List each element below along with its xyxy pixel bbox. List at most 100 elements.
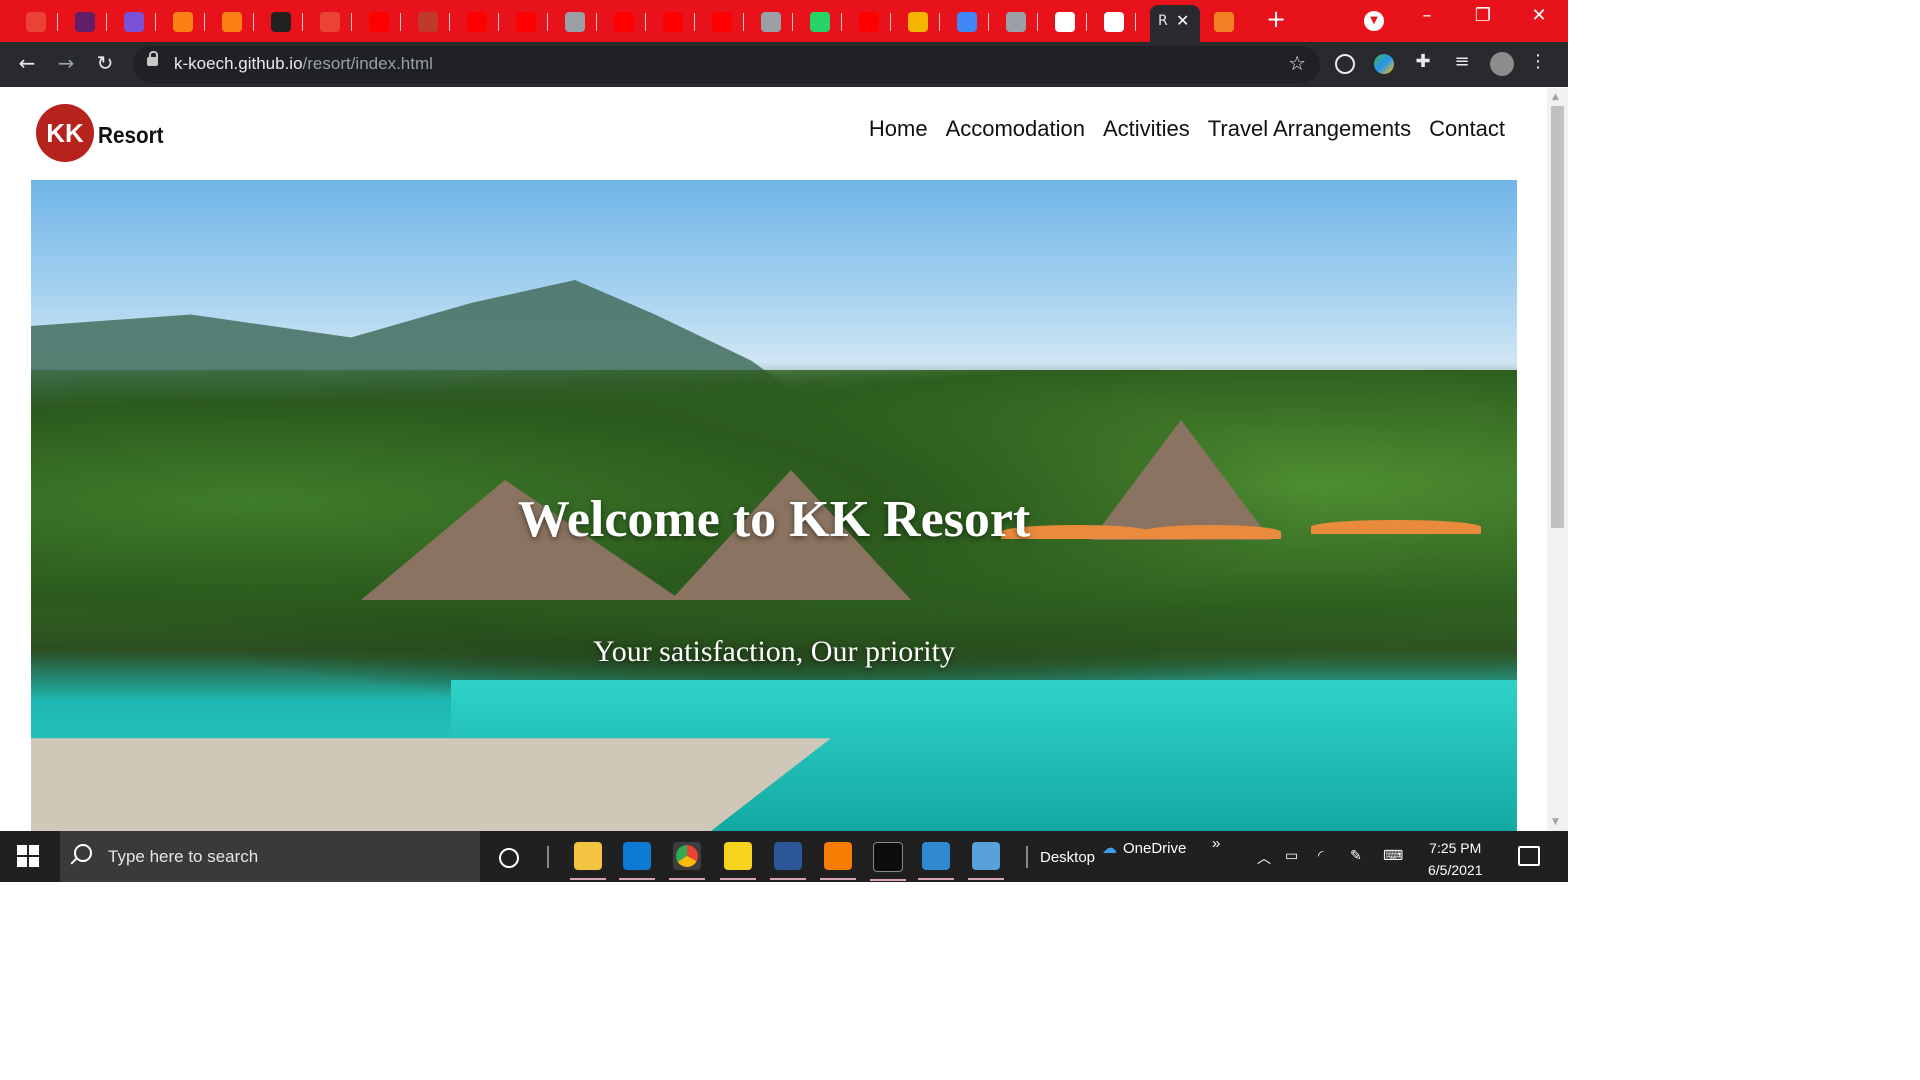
tab-separator <box>498 13 499 31</box>
onedrive-label[interactable]: OneDrive <box>1123 840 1186 857</box>
moodle-icon <box>222 12 242 32</box>
back-icon[interactable]: ← <box>15 51 39 75</box>
logo-badge[interactable]: KK <box>36 104 94 162</box>
control-panel-icon[interactable] <box>968 842 1004 880</box>
notification-icon[interactable] <box>1518 846 1540 866</box>
tab-stackoverflow[interactable] <box>1200 4 1246 38</box>
scrollbar[interactable]: ▲ ▼ <box>1547 88 1568 831</box>
forward-icon[interactable]: → <box>54 51 78 75</box>
search-placeholder: Type here to search <box>108 847 259 866</box>
puzzle-icon[interactable]: ✚ <box>1411 51 1435 72</box>
tab[interactable] <box>600 4 646 38</box>
audio-icon <box>1055 12 1075 32</box>
reload-icon[interactable]: ↻ <box>93 51 117 75</box>
tray-chevron-up-icon[interactable]: ︿ <box>1257 848 1271 868</box>
new-tab-button[interactable]: + <box>1266 5 1286 33</box>
google-icon <box>957 12 977 32</box>
nav-travel-arrangements[interactable]: Travel Arrangements <box>1208 116 1411 142</box>
tab[interactable] <box>796 4 842 38</box>
url-path: /resort/index.html <box>302 54 433 73</box>
tab[interactable] <box>404 4 450 38</box>
wifi-icon[interactable]: ◜ <box>1318 848 1323 864</box>
clock-date: 6/5/2021 <box>1428 862 1483 878</box>
cortana-icon[interactable] <box>499 848 519 868</box>
close-window-button[interactable]: ✕ <box>1516 5 1562 26</box>
tab[interactable] <box>992 4 1038 38</box>
minimize-button[interactable]: – <box>1404 5 1450 26</box>
tab[interactable] <box>649 4 695 38</box>
tab[interactable] <box>845 4 891 38</box>
tab[interactable] <box>551 4 597 38</box>
scroll-down-arrow-icon[interactable]: ▼ <box>1552 817 1559 827</box>
restore-button[interactable]: ❐ <box>1460 5 1506 26</box>
tab[interactable] <box>208 4 254 38</box>
tab-separator <box>400 13 401 31</box>
file-explorer-icon[interactable] <box>570 842 606 880</box>
desktop-toolbar-label[interactable]: Desktop <box>1040 849 1095 866</box>
keyboard-icon[interactable]: ⌨ <box>1383 848 1403 864</box>
vscode-icon[interactable] <box>619 842 655 880</box>
youtube-icon <box>369 12 389 32</box>
extension-icon[interactable] <box>1335 54 1355 74</box>
close-tab-icon[interactable]: ✕ <box>1176 11 1189 30</box>
bookmark-star-icon[interactable]: ☆ <box>1288 51 1306 75</box>
onedrive-icon[interactable]: ☁ <box>1102 839 1117 857</box>
terminal-icon[interactable] <box>870 842 906 881</box>
tab[interactable] <box>12 4 58 38</box>
pen-icon[interactable]: ✎ <box>1350 848 1362 864</box>
nav-home[interactable]: Home <box>869 116 928 142</box>
web-page: KK Resort Home Accomodation Activities T… <box>31 88 1517 831</box>
scroll-up-arrow-icon[interactable]: ▲ <box>1552 92 1559 102</box>
sticky-notes-icon[interactable] <box>720 842 756 880</box>
search-icon <box>74 844 92 862</box>
media-queue-icon[interactable]: ≡ <box>1450 51 1474 72</box>
chrome-icon[interactable] <box>669 842 705 880</box>
tab-separator <box>351 13 352 31</box>
avatar[interactable] <box>1490 52 1514 76</box>
nav-contact[interactable]: Contact <box>1429 116 1505 142</box>
address-bar[interactable]: k-koech.github.io/resort/index.html ☆ <box>133 46 1320 83</box>
tab[interactable] <box>698 4 744 38</box>
menu-kebab-icon[interactable]: ⋮ <box>1526 51 1550 72</box>
nav-accomodation[interactable]: Accomodation <box>946 116 1085 142</box>
windows-start-icon[interactable] <box>17 845 39 867</box>
tab[interactable] <box>502 4 548 38</box>
toolbar-overflow-chevron[interactable]: » <box>1212 835 1220 852</box>
tab[interactable] <box>453 4 499 38</box>
tab-separator <box>939 13 940 31</box>
tab[interactable] <box>1090 4 1136 38</box>
battery-icon[interactable]: ▭ <box>1285 848 1298 864</box>
tab-separator <box>253 13 254 31</box>
youtube-icon <box>712 12 732 32</box>
tab[interactable] <box>355 4 401 38</box>
stackoverflow-icon <box>1214 12 1234 32</box>
photos-icon[interactable] <box>918 842 954 880</box>
tab[interactable] <box>306 4 352 38</box>
moodle-icon <box>173 12 193 32</box>
url-text[interactable]: k-koech.github.io/resort/index.html <box>174 54 433 74</box>
extension-color-icon[interactable] <box>1374 54 1394 74</box>
tab[interactable] <box>110 4 156 38</box>
hero-title: Welcome to KK Resort <box>517 491 1031 548</box>
tab[interactable] <box>61 4 107 38</box>
nav-activities[interactable]: Activities <box>1103 116 1190 142</box>
tab[interactable] <box>159 4 205 38</box>
chevron-down-icon[interactable]: ▼ <box>1364 11 1384 31</box>
site-header: KK Resort Home Accomodation Activities T… <box>31 88 1517 180</box>
taskbar-search-box[interactable]: Type here to search <box>60 831 480 882</box>
tab[interactable] <box>257 4 303 38</box>
word-icon[interactable] <box>770 842 806 880</box>
tab[interactable] <box>1041 4 1087 38</box>
xampp-icon[interactable] <box>820 842 856 880</box>
tab-active[interactable]: R ✕ <box>1150 5 1200 42</box>
logo-name[interactable]: Resort <box>98 122 164 149</box>
system-clock[interactable]: 7:25 PM 6/5/2021 <box>1428 837 1483 881</box>
hero-subtitle: Your satisfaction, Our priority <box>593 635 955 668</box>
scroll-thumb[interactable] <box>1551 106 1564 528</box>
tab[interactable] <box>747 4 793 38</box>
gmail-icon <box>320 12 340 32</box>
tab[interactable] <box>943 4 989 38</box>
tab[interactable] <box>894 4 940 38</box>
browser-toolbar: ← → ↻ k-koech.github.io/resort/index.htm… <box>0 42 1568 87</box>
tab-separator <box>596 13 597 31</box>
